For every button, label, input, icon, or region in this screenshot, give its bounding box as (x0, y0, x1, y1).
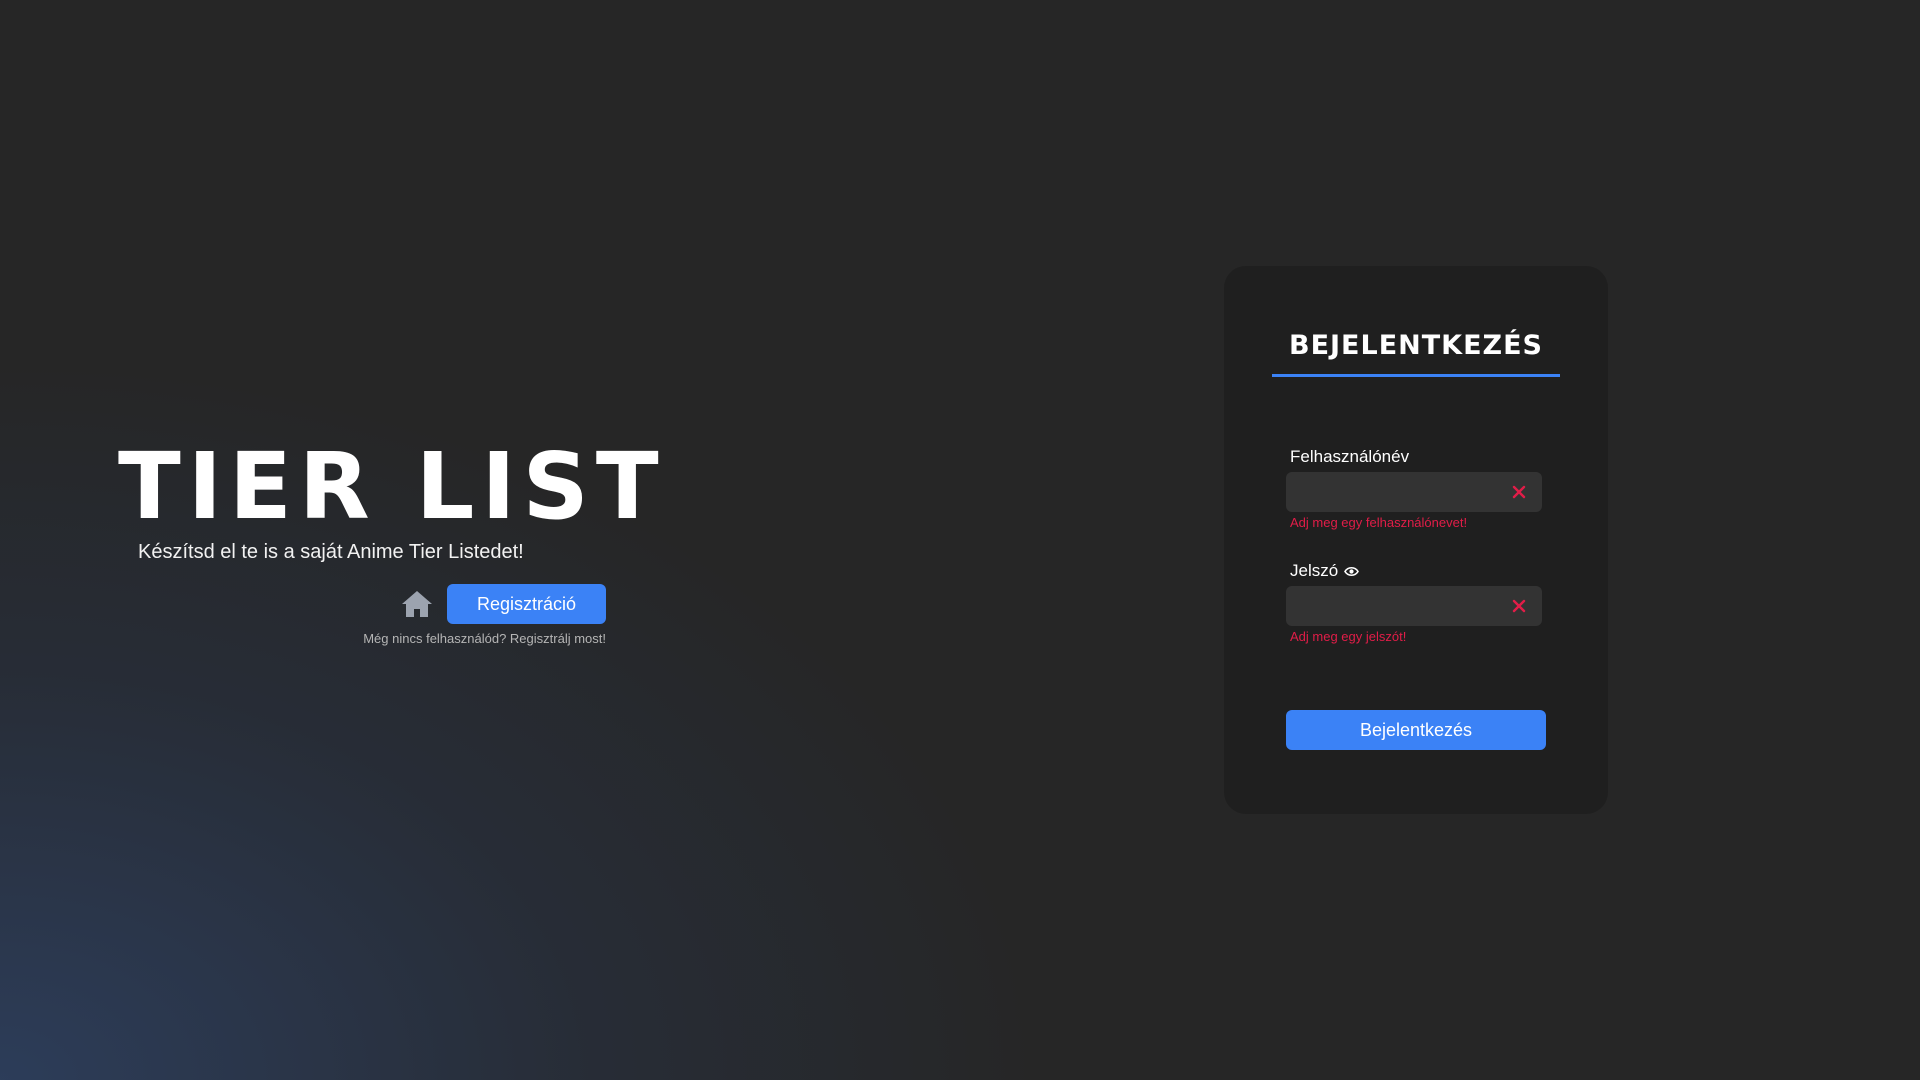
register-button[interactable]: Regisztráció (447, 584, 606, 624)
username-input[interactable] (1286, 472, 1496, 512)
clear-icon[interactable] (1512, 485, 1526, 499)
login-title: BEJELENTKEZÉS (1288, 330, 1543, 361)
home-icon[interactable] (401, 590, 433, 618)
login-card: BEJELENTKEZÉS Felhasználónév Adj meg egy… (1224, 266, 1608, 814)
username-label: Felhasználónév (1290, 447, 1410, 466)
title-underline (1272, 374, 1560, 377)
password-error: Adj meg egy jelszót! (1290, 629, 1407, 644)
password-field-wrapper (1286, 586, 1542, 626)
eye-icon[interactable] (1344, 566, 1359, 577)
register-hint-link[interactable]: Még nincs felhasználód? Regisztrálj most… (353, 630, 606, 648)
clear-icon[interactable] (1512, 599, 1526, 613)
username-error: Adj meg egy felhasználónevet! (1290, 515, 1468, 530)
password-input[interactable] (1286, 586, 1496, 626)
login-button[interactable]: Bejelentkezés (1286, 710, 1546, 750)
hero-title: TIER LIST (118, 433, 666, 540)
password-label: Jelszó (1290, 561, 1339, 580)
hero-subtitle: Készítsd el te is a saját Anime Tier Lis… (138, 541, 524, 563)
username-field-wrapper (1286, 472, 1542, 512)
